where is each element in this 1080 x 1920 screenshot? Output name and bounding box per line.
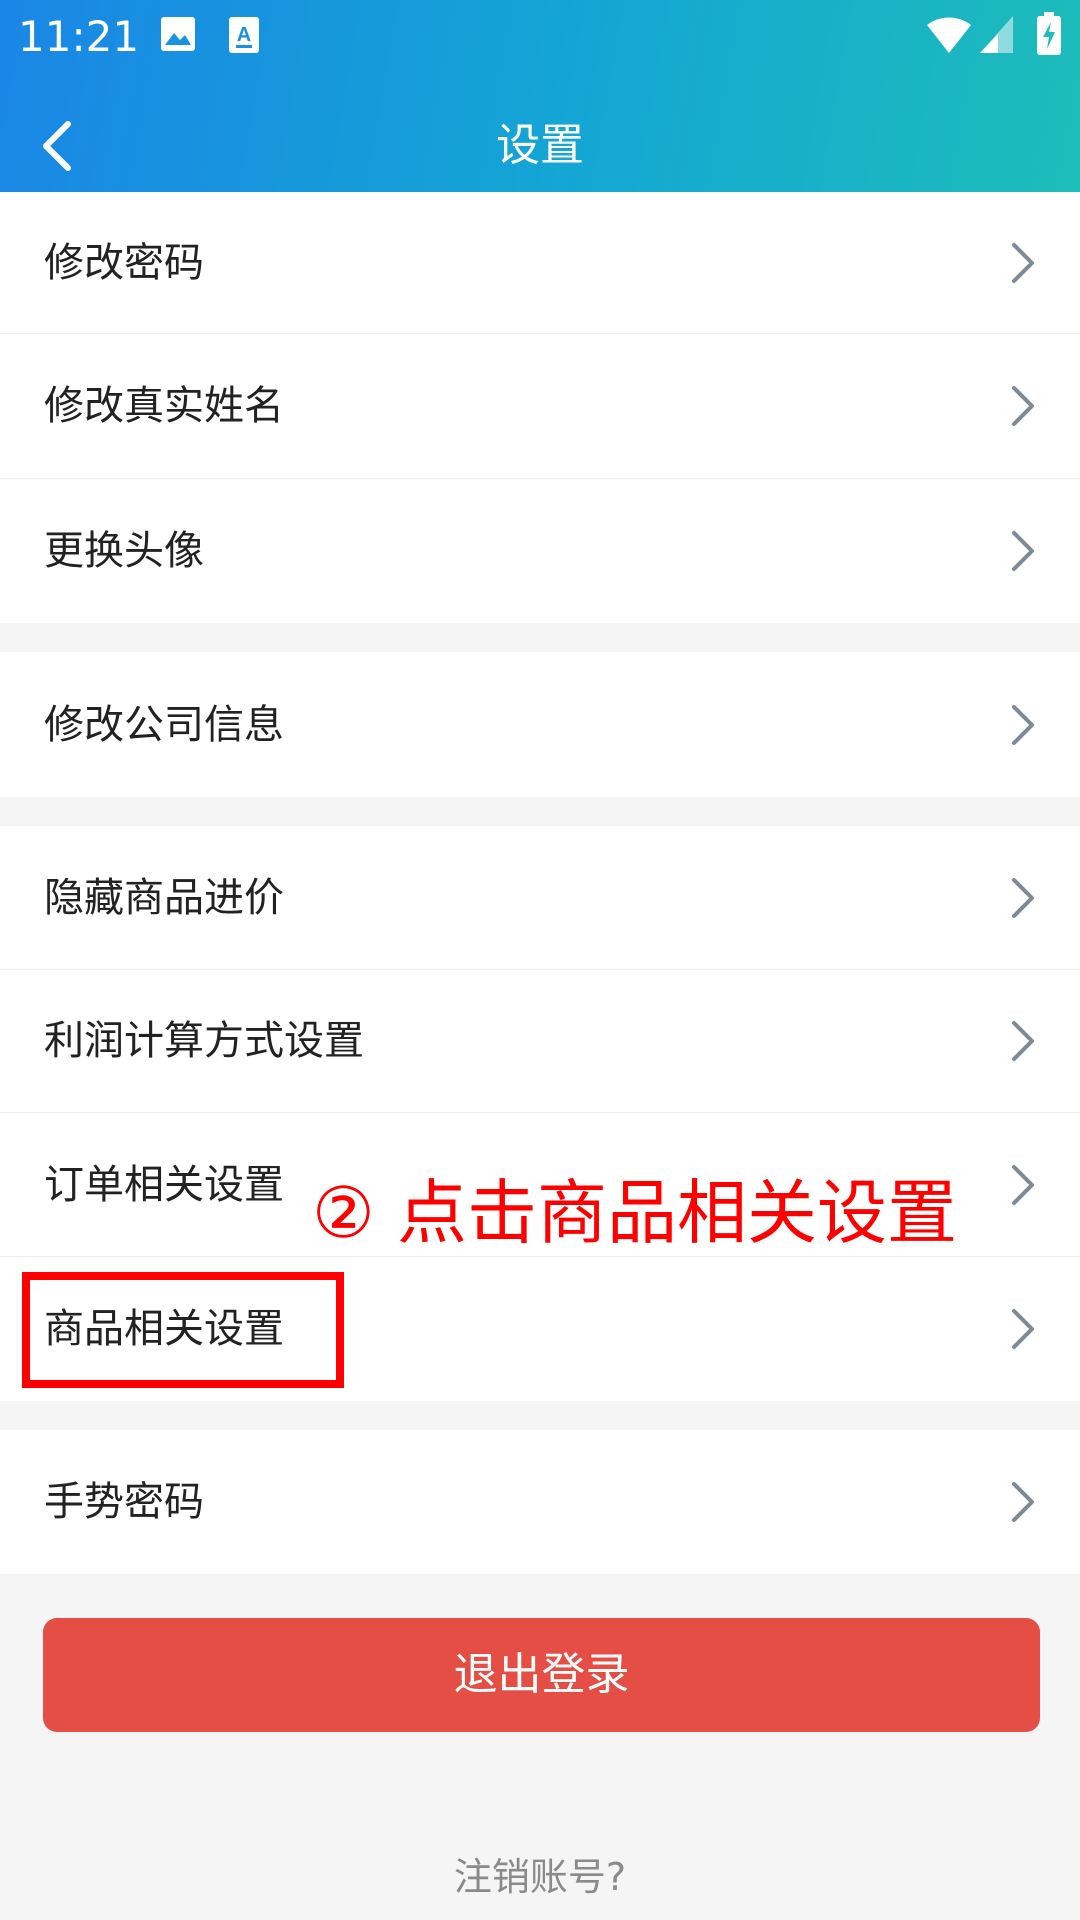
page-title: 设置 [496, 120, 584, 171]
menu-item-change-password[interactable]: 修改密码 [0, 192, 1080, 334]
menu-item-change-real-name[interactable]: 修改真实姓名 [0, 334, 1080, 479]
chevron-right-icon [1012, 386, 1034, 426]
logout-button[interactable]: 退出登录 [43, 1618, 1040, 1732]
menu-item-label: 修改公司信息 [44, 701, 284, 748]
status-time: 11:21 [18, 12, 140, 61]
chevron-right-icon [1012, 704, 1034, 745]
battery-icon [1037, 12, 1061, 55]
image-icon [161, 17, 195, 51]
chevron-right-icon [1012, 1482, 1034, 1522]
highlight-box [22, 1272, 344, 1388]
menu-item-company-info[interactable]: 修改公司信息 [0, 652, 1080, 797]
signal-icon [980, 16, 1013, 53]
chevron-right-icon [1012, 1309, 1034, 1349]
wifi-icon [927, 17, 971, 53]
chevron-right-icon [1012, 1164, 1034, 1205]
menu-item-label: 订单相关设置 [44, 1161, 284, 1208]
menu-item-gesture-password[interactable]: 手势密码 [0, 1430, 1080, 1574]
chevron-right-icon [1012, 877, 1034, 918]
chevron-right-icon [1012, 531, 1034, 571]
chevron-right-icon [1012, 1021, 1034, 1061]
menu-item-label: 利润计算方式设置 [44, 1018, 364, 1064]
menu-item-label: 手势密码 [44, 1479, 204, 1525]
menu-item-label: 修改密码 [44, 240, 204, 286]
svg-text:A: A [237, 24, 251, 46]
menu-item-change-avatar[interactable]: 更换头像 [0, 479, 1080, 623]
app-header: 11:21 A 设置 [0, 0, 1080, 222]
menu-item-label: 更换头像 [44, 528, 204, 574]
chevron-right-icon [1012, 243, 1034, 283]
accessibility-icon: A [229, 17, 259, 53]
menu-item-label: 隐藏商品进价 [44, 874, 284, 921]
cancel-account-link[interactable]: 注销账号? [0, 1852, 1080, 1902]
menu-item-profit-calculation[interactable]: 利润计算方式设置 [0, 970, 1080, 1113]
menu-item-label: 修改真实姓名 [44, 383, 284, 429]
status-bar: 11:21 A [0, 0, 1080, 74]
tutorial-annotation: ② 点击商品相关设置 [312, 1172, 958, 1254]
menu-item-hide-purchase-price[interactable]: 隐藏商品进价 [0, 826, 1080, 970]
